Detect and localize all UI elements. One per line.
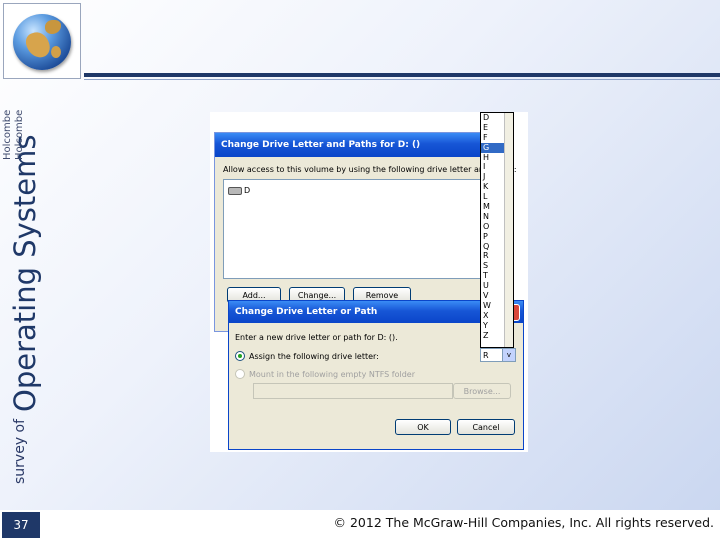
- list-item[interactable]: D: [228, 186, 250, 195]
- drive-letter-select[interactable]: R v: [480, 348, 516, 362]
- back-dialog-title: Change Drive Letter and Paths for D: (): [215, 133, 493, 157]
- header-rule-thin: [84, 79, 720, 80]
- vertical-title: survey of Operating Systems Holcombe Hol…: [0, 0, 44, 540]
- drive-icon: [228, 186, 242, 195]
- dialog-screenshot: Change Drive Letter and Paths for D: () …: [210, 112, 528, 452]
- mount-folder-option[interactable]: Mount in the following empty NTFS folder: [235, 369, 415, 379]
- mount-folder-label: Mount in the following empty NTFS folder: [249, 369, 416, 379]
- drive-paths-list[interactable]: D: [223, 179, 489, 279]
- series-title-small: survey of: [12, 418, 28, 484]
- assign-letter-option[interactable]: Assign the following drive letter:: [235, 351, 379, 361]
- front-dialog-description: Enter a new drive letter or path for D: …: [235, 333, 398, 342]
- author-line-2: Holcombe: [14, 109, 25, 160]
- copyright-notice: © 2012 The McGraw-Hill Companies, Inc. A…: [333, 515, 715, 530]
- series-title-large: Operating Systems: [8, 134, 42, 412]
- folder-path-field[interactable]: [253, 383, 453, 399]
- header-rule: [84, 73, 720, 77]
- author-line-1: Holcombe: [2, 109, 13, 160]
- radio-selected-icon[interactable]: [235, 351, 245, 361]
- chevron-down-icon[interactable]: v: [502, 349, 515, 361]
- front-dialog-title: Change Drive Letter or Path: [229, 301, 523, 323]
- list-item-label: D: [244, 186, 251, 195]
- drive-letter-value: R: [483, 351, 489, 360]
- drive-letter-list[interactable]: DEFGHIJKLMNOPQRSTUVWXYZ: [480, 112, 514, 348]
- cancel-button[interactable]: Cancel: [457, 419, 515, 435]
- assign-letter-label: Assign the following drive letter:: [249, 351, 379, 361]
- page-number: 37: [2, 512, 40, 538]
- back-dialog-description: Allow access to this volume by using the…: [223, 165, 517, 174]
- scrollbar[interactable]: [504, 113, 513, 347]
- ok-button[interactable]: OK: [395, 419, 451, 435]
- browse-button[interactable]: Browse...: [453, 383, 511, 399]
- radio-unselected-icon[interactable]: [235, 369, 245, 379]
